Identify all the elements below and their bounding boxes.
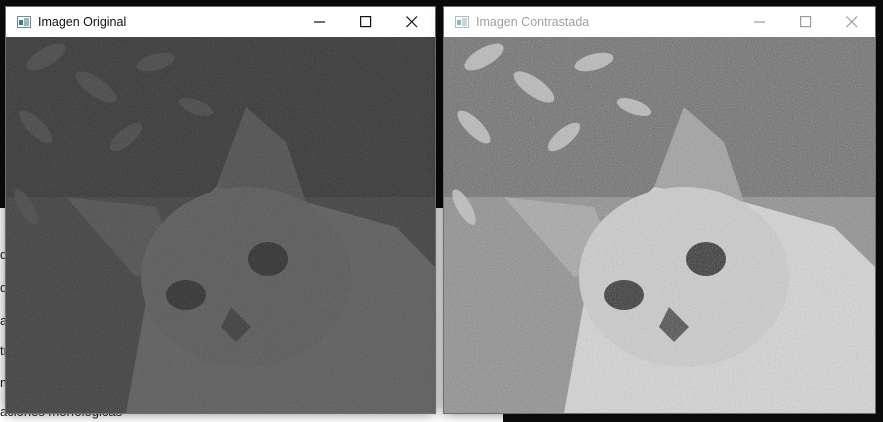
window-original[interactable]: Imagen Original: [6, 7, 435, 413]
close-icon: [406, 16, 418, 28]
titlebar[interactable]: Imagen Original: [6, 7, 435, 37]
close-button[interactable]: [389, 7, 435, 37]
window-contrasted[interactable]: Imagen Contrastada: [444, 7, 875, 413]
minimize-icon: [754, 21, 765, 23]
maximize-icon: [800, 16, 812, 28]
maximize-button[interactable]: [783, 7, 829, 37]
cat-photo: [444, 37, 875, 413]
app-icon: [17, 16, 31, 28]
cat-photo: [6, 37, 435, 413]
app-icon: [455, 16, 469, 28]
window-title: Imagen Original: [38, 15, 127, 29]
minimize-icon: [314, 21, 325, 23]
maximize-button[interactable]: [343, 7, 389, 37]
minimize-button[interactable]: [737, 7, 783, 37]
maximize-icon: [360, 16, 372, 28]
minimize-button[interactable]: [297, 7, 343, 37]
titlebar[interactable]: Imagen Contrastada: [444, 7, 875, 37]
close-button[interactable]: [829, 7, 875, 37]
image-canvas: [6, 37, 435, 413]
close-icon: [846, 16, 858, 28]
window-title: Imagen Contrastada: [476, 15, 590, 29]
image-canvas: [444, 37, 875, 413]
